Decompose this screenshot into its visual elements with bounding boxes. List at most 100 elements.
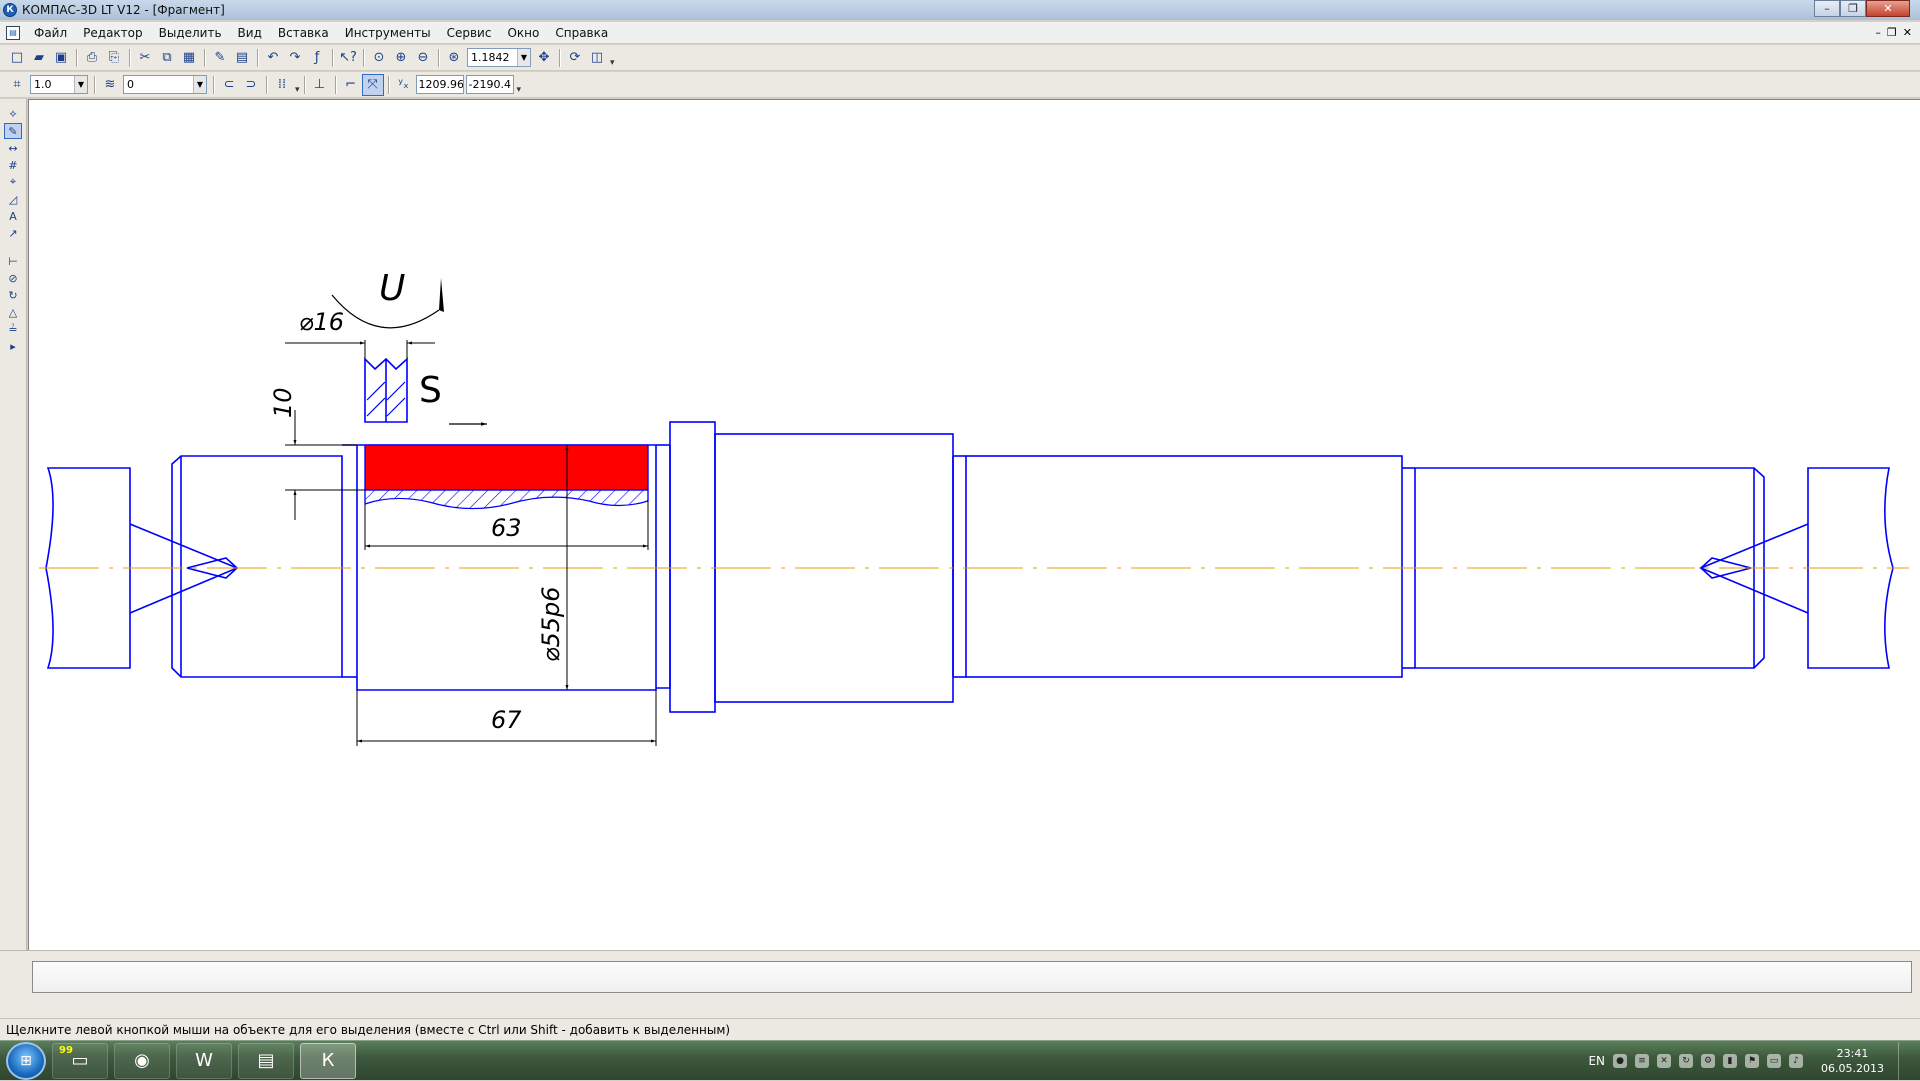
drawing-svg[interactable]: U S ⌀16 10 63 ⌀55р6 67 (29, 100, 1919, 950)
layer-combo[interactable]: 0 ▼ (123, 75, 207, 94)
constraint-icon[interactable]: ↻ (4, 287, 22, 303)
nvidia-icon[interactable]: ▮ (1723, 1054, 1738, 1068)
steam-icon[interactable]: ● (1613, 1054, 1628, 1068)
zoom-in-icon[interactable]: ⊕ (390, 47, 412, 69)
chrome-icon[interactable]: ◉ (114, 1042, 170, 1079)
menu-file[interactable]: Файл (26, 22, 75, 44)
fragment-icon[interactable]: △ (4, 304, 22, 320)
paste-icon[interactable]: ▦ (178, 47, 200, 69)
toolbar-more-icon[interactable]: ▾ (610, 58, 615, 68)
dim-10[interactable] (285, 410, 365, 520)
layer-icon[interactable]: ≋ (99, 74, 121, 96)
measure-icon[interactable]: ◿ (4, 191, 22, 207)
undo-icon[interactable]: ↶ (262, 47, 284, 69)
volume-icon[interactable]: ♪ (1789, 1054, 1804, 1068)
edit-icon[interactable]: ✎ (4, 123, 22, 139)
refresh-icon[interactable]: ⟳ (564, 47, 586, 69)
menu-select[interactable]: Выделить (151, 22, 230, 44)
parametrize-icon[interactable]: ⊘ (4, 270, 22, 286)
zoom-combo[interactable]: 1.1842 ▼ (467, 48, 531, 67)
network-icon[interactable]: ≡ (1635, 1054, 1650, 1068)
menu-service[interactable]: Сервис (439, 22, 500, 44)
close-button[interactable]: ✕ (1866, 0, 1910, 17)
spec-icon[interactable]: ⊢ (4, 253, 22, 269)
help-pointer-icon[interactable]: ↖? (337, 47, 359, 69)
settings-icon[interactable]: ⚙ (1701, 1054, 1716, 1068)
mdi-close-button[interactable]: ✕ (1903, 22, 1912, 44)
antivirus-icon[interactable]: ✕ (1657, 1054, 1672, 1068)
designations-icon[interactable]: ⌖ (4, 174, 22, 190)
snap-settings-icon[interactable]: ⊃ (240, 74, 262, 96)
language-indicator[interactable]: EN (1588, 1054, 1605, 1068)
chevron-down-icon[interactable]: ▾ (295, 85, 300, 95)
kompas-icon[interactable]: К (300, 1042, 356, 1079)
flag-icon[interactable]: ⚑ (1745, 1054, 1760, 1068)
chevron-down-icon[interactable]: ▼ (517, 49, 530, 66)
manager-icon[interactable]: ▤ (231, 47, 253, 69)
save-icon[interactable]: ▣ (50, 47, 72, 69)
print-preview-icon[interactable]: ⎙ (81, 47, 103, 69)
dimensions-icon[interactable]: ↔ (4, 140, 22, 156)
document-icon[interactable]: ▤ (6, 25, 20, 40)
clock-date: 06.05.2013 (1821, 1062, 1884, 1075)
hatched-area[interactable] (364, 489, 649, 510)
show-desktop-button[interactable] (1898, 1042, 1910, 1080)
minimize-button[interactable]: – (1814, 0, 1840, 17)
maximize-button[interactable]: ❐ (1840, 0, 1866, 17)
grid-icon[interactable]: ⁞⁞ (271, 74, 293, 96)
text-icon[interactable]: A (4, 208, 22, 224)
new-document-icon[interactable]: □ (6, 47, 28, 69)
print-icon[interactable]: ⎘ (103, 47, 125, 69)
start-orb-icon[interactable]: ⊞ (6, 1041, 46, 1080)
mdi-restore-button[interactable]: ❐ (1887, 22, 1897, 44)
file-manager-icon[interactable]: ▤ (238, 1042, 294, 1079)
local-cs-icon[interactable]: ⊥ (309, 74, 331, 96)
mdi-minimize-button[interactable]: – (1875, 22, 1881, 44)
step-icon[interactable]: ⌗ (6, 74, 28, 96)
dim-d16[interactable] (285, 340, 435, 359)
redo-icon[interactable]: ↷ (284, 47, 306, 69)
menu-view[interactable]: Вид (230, 22, 270, 44)
drawing-canvas[interactable]: U S ⌀16 10 63 ⌀55р6 67 (28, 99, 1920, 950)
view-icon[interactable]: ◫ (586, 47, 608, 69)
word-icon[interactable]: W (176, 1042, 232, 1079)
chevron-down-icon[interactable]: ▼ (74, 76, 87, 93)
formula-icon[interactable]: ƒ (306, 47, 328, 69)
explorer-icon[interactable]: ▭ 99 (52, 1042, 108, 1079)
shaft-outline[interactable] (45, 421, 1894, 713)
cut-icon[interactable]: ✂ (134, 47, 156, 69)
menu-editor[interactable]: Редактор (75, 22, 150, 44)
properties-icon[interactable]: ✎ (209, 47, 231, 69)
coord-x-field[interactable]: 1209.96 (415, 75, 464, 94)
chevron-down-icon[interactable]: ▼ (193, 76, 206, 93)
machining-allowance[interactable] (364, 444, 649, 491)
expand-icon[interactable]: ▸ (4, 338, 22, 354)
copy-icon[interactable]: ⧉ (156, 47, 178, 69)
cutter-tool[interactable] (364, 357, 408, 423)
zoom-out-icon[interactable]: ⊖ (412, 47, 434, 69)
update-icon[interactable]: ↻ (1679, 1054, 1694, 1068)
ortho-icon[interactable]: ⌐ (340, 74, 362, 96)
menu-tools[interactable]: Инструменты (337, 22, 439, 44)
zoom-window-icon[interactable]: ⊙ (368, 47, 390, 69)
round-coords-icon[interactable]: ⤧ (361, 73, 384, 96)
select-icon[interactable]: ↗ (4, 225, 22, 241)
menu-insert[interactable]: Вставка (270, 22, 337, 44)
separator (334, 75, 336, 94)
coord-y-field[interactable]: -2190.4 (465, 75, 514, 94)
step-combo[interactable]: 1.0 ▼ (30, 75, 88, 94)
zoom-scale-icon[interactable]: ⊛ (443, 47, 465, 69)
command-input-area[interactable] (32, 961, 1912, 993)
menu-help[interactable]: Справка (547, 22, 616, 44)
hatch-icon[interactable]: # (4, 157, 22, 173)
label-10: 10 (269, 387, 297, 418)
open-folder-icon[interactable]: ▰ (28, 47, 50, 69)
pan-icon[interactable]: ✥ (533, 47, 555, 69)
geometry-icon[interactable]: ⟡ (4, 106, 22, 122)
menu-window[interactable]: Окно (499, 22, 547, 44)
clock[interactable]: 23:41 06.05.2013 (1821, 1046, 1884, 1076)
snap-magnet-icon[interactable]: ⊂ (218, 74, 240, 96)
library-icon[interactable]: ≟ (4, 321, 22, 337)
display-icon[interactable]: ▭ (1767, 1054, 1782, 1068)
toolbar-more-icon[interactable]: ▾ (517, 85, 522, 95)
